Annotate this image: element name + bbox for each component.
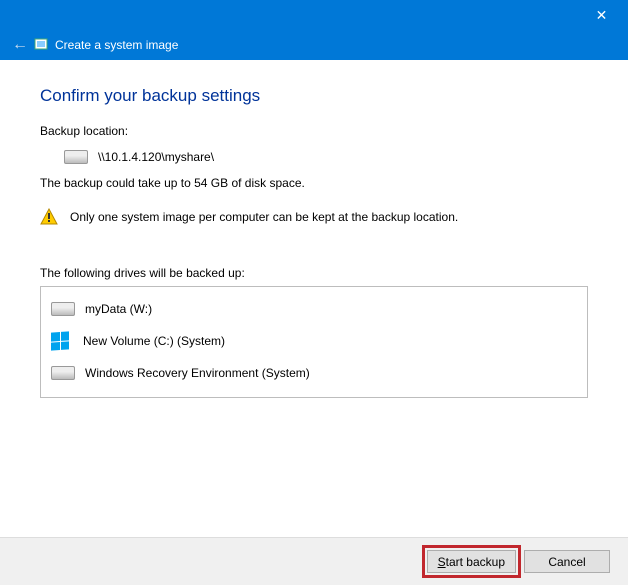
size-estimate-text: The backup could take up to 54 GB of dis… bbox=[40, 176, 588, 190]
drive-row: New Volume (C:) (System) bbox=[49, 325, 579, 357]
window-title: Create a system image bbox=[55, 38, 178, 52]
drive-name: New Volume (C:) (System) bbox=[83, 334, 225, 348]
close-icon: ✕ bbox=[596, 7, 608, 24]
warning-text: Only one system image per computer can b… bbox=[70, 210, 458, 224]
backup-location-row: \\10.1.4.120\myshare\ bbox=[64, 150, 588, 164]
drive-row: myData (W:) bbox=[49, 293, 579, 325]
start-backup-button[interactable]: Start backup bbox=[427, 550, 516, 573]
drives-listbox: myData (W:) New Volume (C:) (System) Win… bbox=[40, 286, 588, 398]
app-icon bbox=[32, 36, 50, 54]
backup-location-value: \\10.1.4.120\myshare\ bbox=[98, 150, 214, 164]
drive-row: Windows Recovery Environment (System) bbox=[49, 357, 579, 389]
warning-icon bbox=[40, 208, 58, 226]
windows-logo-icon bbox=[51, 331, 69, 350]
footer-bar: Start backup Cancel bbox=[0, 537, 628, 585]
hdd-icon bbox=[51, 366, 75, 380]
page-heading: Confirm your backup settings bbox=[40, 86, 588, 106]
warning-row: Only one system image per computer can b… bbox=[40, 208, 588, 226]
content-area: Confirm your backup settings Backup loca… bbox=[0, 60, 628, 408]
cancel-button[interactable]: Cancel bbox=[524, 550, 610, 573]
back-arrow-icon: ← bbox=[12, 36, 28, 53]
titlebar: ✕ bbox=[0, 0, 628, 30]
drive-name: myData (W:) bbox=[85, 302, 152, 316]
drives-label: The following drives will be backed up: bbox=[40, 266, 588, 280]
header-bar: ← Create a system image bbox=[0, 30, 628, 60]
close-button[interactable]: ✕ bbox=[579, 0, 624, 30]
hdd-icon bbox=[51, 302, 75, 316]
backup-location-label: Backup location: bbox=[40, 124, 588, 138]
back-button[interactable]: ← bbox=[8, 36, 32, 54]
network-drive-icon bbox=[64, 150, 88, 164]
drive-name: Windows Recovery Environment (System) bbox=[85, 366, 310, 380]
